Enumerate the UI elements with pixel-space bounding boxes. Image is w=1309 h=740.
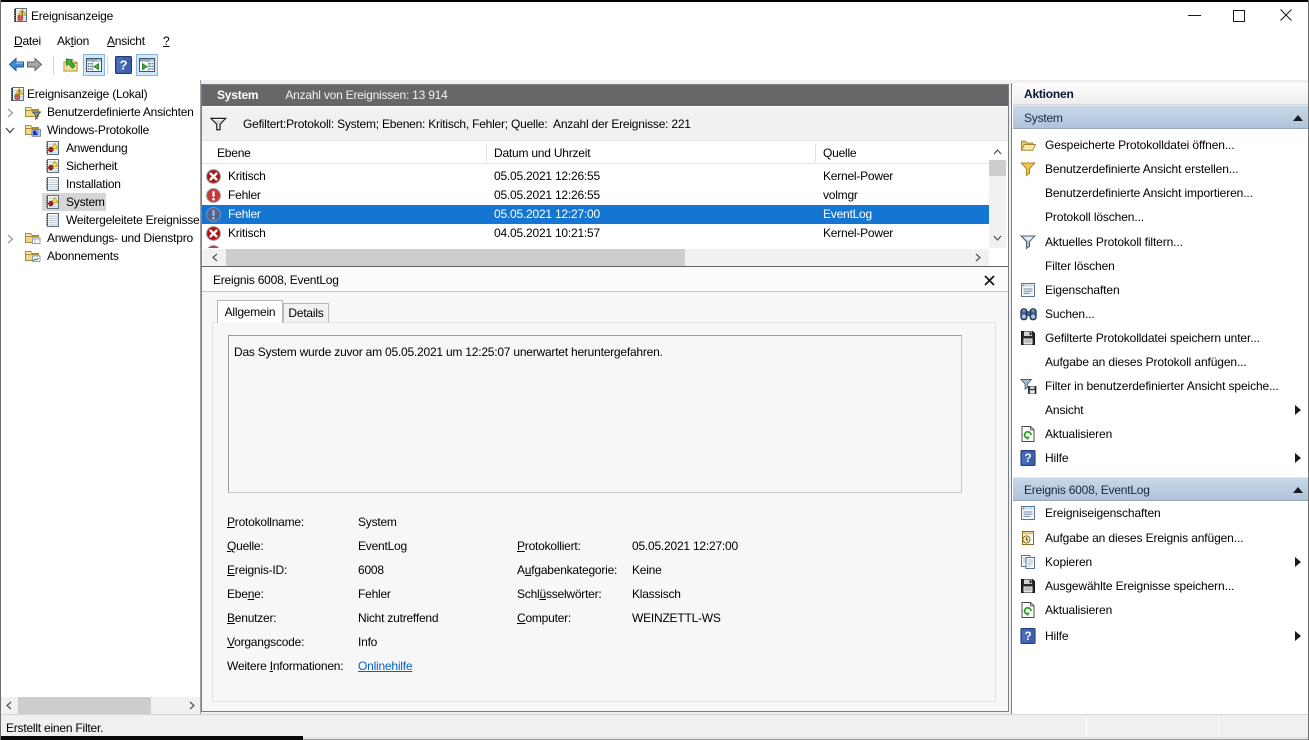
svg-text:?: ? — [1025, 631, 1032, 643]
svg-text:?: ? — [1025, 453, 1032, 465]
svg-text:?: ? — [120, 58, 128, 73]
